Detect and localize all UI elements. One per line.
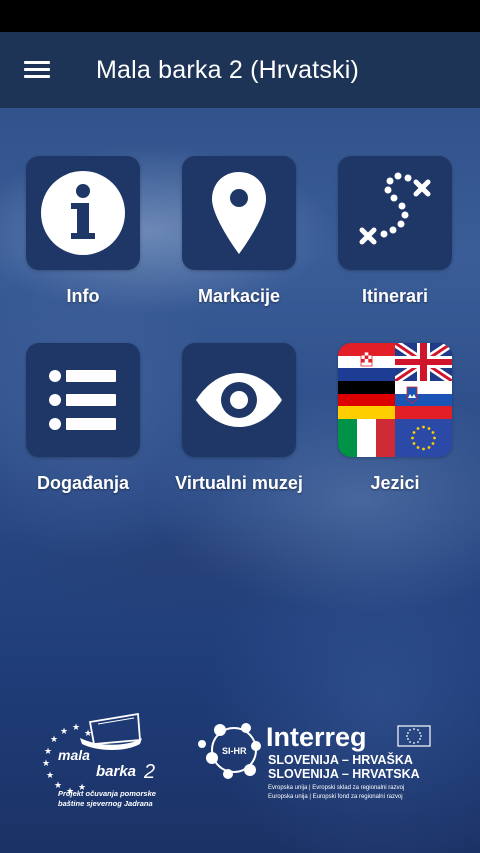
svg-text:SI-HR: SI-HR [222, 746, 247, 756]
tile-dogadanja[interactable]: Događanja [8, 343, 158, 494]
tile-info-box[interactable] [26, 156, 140, 270]
list-icon [49, 370, 116, 430]
eu-flag-icon [395, 419, 452, 457]
svg-text:★: ★ [72, 722, 80, 732]
app-bar: Mala barka 2 (Hrvatski) [0, 32, 480, 108]
svg-text:baštine sjevernog Jadrana: baštine sjevernog Jadrana [58, 799, 153, 808]
flags-icon [338, 343, 452, 457]
uk-flag-icon [395, 343, 452, 381]
svg-text:★: ★ [84, 728, 92, 738]
interreg-logo: SI-HR Interreg SLOVENIJA – HRVAŠKA SLOVE… [198, 718, 438, 808]
svg-text:★: ★ [42, 758, 50, 768]
tile-markacije-label: Markacije [197, 286, 281, 306]
svg-text:SLOVENIJA – HRVATSKA: SLOVENIJA – HRVATSKA [268, 767, 420, 781]
svg-text:barka: barka [96, 763, 136, 780]
tile-dogadanja-box[interactable] [26, 343, 140, 457]
svg-text:Europska unija | Europski fond: Europska unija | Europski fond za region… [268, 794, 403, 800]
tile-virtualni-muzej-box[interactable] [182, 343, 296, 457]
tile-itinerari-label: Itinerari [361, 286, 429, 306]
slovenia-flag-icon [395, 381, 452, 419]
tile-virtualni-muzej-label: Virtualni muzej [175, 473, 303, 493]
croatia-flag-icon [338, 343, 395, 381]
interreg-logo-image: SI-HR Interreg SLOVENIJA – HRVAŠKA SLOVE… [198, 722, 431, 800]
svg-text:Projekt očuvanja pomorske: Projekt očuvanja pomorske [58, 789, 156, 798]
svg-text:★: ★ [60, 726, 68, 736]
germany-flag-icon [338, 381, 395, 419]
tile-jezici-box[interactable] [338, 343, 452, 457]
tile-itinerari-box[interactable] [338, 156, 452, 270]
mala-barka-logo-image: ★★ ★ ★★★ ★★ ★ ★ mala barka 2 Projekt očuva… [42, 712, 156, 808]
svg-text:2: 2 [143, 761, 155, 783]
svg-text:Evropska unija | Evropski skla: Evropska unija | Evropski sklad za regio… [268, 785, 404, 791]
mala-barka-logo: ★ ★ ★ ★ ★ ★ ★ ★ ★ ★ mala barka 2 Projekt očuva… [40, 710, 190, 815]
svg-text:★: ★ [50, 734, 58, 744]
map-pin-icon [212, 172, 266, 254]
info-icon [41, 171, 125, 255]
tile-dogadanja-label: Događanja [36, 473, 129, 493]
eye-icon [196, 373, 282, 427]
tile-jezici[interactable]: Jezici [320, 343, 470, 494]
tile-info-label: Info [66, 286, 100, 306]
svg-text:SLOVENIJA – HRVAŠKA: SLOVENIJA – HRVAŠKA [268, 752, 413, 767]
hamburger-menu-icon[interactable] [24, 60, 50, 80]
tile-markacije[interactable]: Markacije [164, 156, 314, 307]
italy-flag-icon [338, 419, 395, 457]
svg-text:Interreg: Interreg [266, 722, 367, 752]
svg-text:mala: mala [58, 747, 90, 763]
svg-text:★: ★ [44, 746, 52, 756]
tile-itinerari[interactable]: Itinerari [320, 156, 470, 307]
route-icon [359, 172, 431, 245]
app-title: Mala barka 2 (Hrvatski) [96, 55, 359, 84]
tile-jezici-label: Jezici [370, 473, 420, 493]
svg-text:★: ★ [46, 770, 54, 780]
tile-markacije-box[interactable] [182, 156, 296, 270]
tile-virtualni-muzej[interactable]: Virtualni muzej [164, 343, 314, 494]
tile-info[interactable]: Info [8, 156, 158, 307]
status-bar [0, 0, 480, 32]
